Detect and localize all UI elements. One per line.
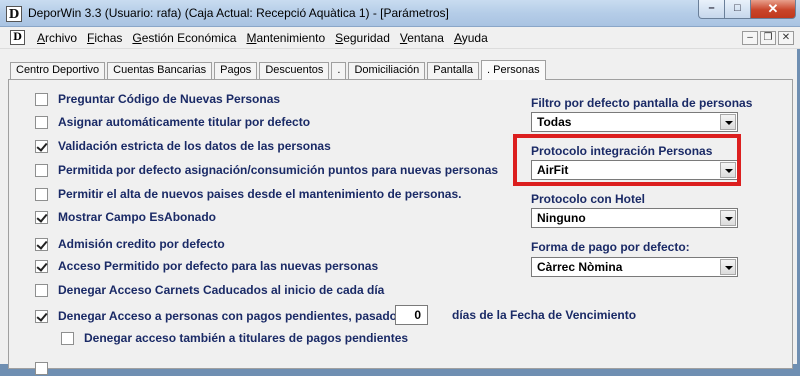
mdi-close-button[interactable]: ✕ bbox=[778, 31, 794, 45]
chevron-down-icon[interactable] bbox=[720, 162, 736, 178]
option-label: Admisión credito por defecto bbox=[58, 237, 225, 251]
forma-pago-combo[interactable]: Càrrec Nòmina bbox=[531, 257, 738, 277]
tab-domiciliacion[interactable]: Domiciliación bbox=[348, 62, 426, 79]
tab-strip: Centro Deportivo Cuentas Bancarias Pagos… bbox=[10, 59, 548, 80]
filtro-label: Filtro por defecto pantalla de personas bbox=[531, 96, 753, 110]
tab-pagos[interactable]: Pagos bbox=[214, 62, 258, 79]
close-button[interactable]: ✕ bbox=[751, 0, 796, 19]
menu-ayuda[interactable]: Ayuda bbox=[449, 31, 493, 45]
option-label: Denegar Acceso Carnets Caducados al inic… bbox=[58, 283, 385, 297]
client-area: Centro Deportivo Cuentas Bancarias Pagos… bbox=[0, 49, 797, 375]
checkbox[interactable] bbox=[35, 361, 48, 375]
option-preguntar-codigo[interactable]: Preguntar Código de Nuevas Personas bbox=[35, 91, 280, 107]
checkbox[interactable] bbox=[35, 187, 48, 201]
option-denegar-carnets-caducados[interactable]: Denegar Acceso Carnets Caducados al inic… bbox=[35, 282, 384, 298]
option-asignar-titular[interactable]: Asignar automáticamente titular por defe… bbox=[35, 114, 310, 130]
checkbox-checked[interactable] bbox=[35, 139, 48, 153]
combo-value: AirFit bbox=[537, 163, 569, 177]
checkbox-checked[interactable] bbox=[35, 210, 48, 224]
protocolo-hotel-label: Protocolo con Hotel bbox=[531, 192, 645, 206]
option-acceso-permitido[interactable]: Acceso Permitido por defecto para las nu… bbox=[35, 258, 378, 274]
checkbox[interactable] bbox=[35, 92, 48, 106]
mdi-minimize-button[interactable]: – bbox=[742, 31, 758, 45]
app-icon: D bbox=[6, 6, 22, 22]
menu-bar: D Archivo Fichas Gestión Económica Mante… bbox=[0, 27, 800, 49]
window-controls: – □ ✕ bbox=[698, 0, 796, 20]
mdi-controls: – ❐ ✕ bbox=[742, 31, 794, 45]
tab-descuentos[interactable]: Descuentos bbox=[259, 62, 330, 79]
combo-value: Càrrec Nòmina bbox=[537, 260, 623, 274]
option-label: Denegar acceso también a titulares de pa… bbox=[84, 331, 409, 345]
pending-days-suffix: días de la Fecha de Vencimiento bbox=[452, 308, 637, 322]
checkbox[interactable] bbox=[61, 331, 74, 345]
menu-archivo[interactable]: Archivo bbox=[32, 31, 82, 45]
tab-centro-deportivo[interactable]: Centro Deportivo bbox=[10, 62, 106, 79]
mdi-restore-button[interactable]: ❐ bbox=[760, 31, 776, 45]
pending-days-input[interactable]: 0 bbox=[395, 305, 428, 325]
chevron-down-icon[interactable] bbox=[720, 259, 736, 275]
checkbox[interactable] bbox=[35, 115, 48, 129]
option-denegar-titulares[interactable]: Denegar acceso también a titulares de pa… bbox=[61, 330, 408, 346]
menu-seguridad[interactable]: Seguridad bbox=[330, 31, 395, 45]
checkbox-checked[interactable] bbox=[35, 259, 48, 273]
protocolo-personas-label: Protocolo integración Personas bbox=[531, 144, 713, 158]
maximize-button[interactable]: □ bbox=[725, 0, 751, 19]
option-label: Preguntar Código de Nuevas Personas bbox=[58, 92, 281, 106]
checkbox-checked[interactable] bbox=[35, 309, 48, 323]
tab-pantalla[interactable]: Pantalla bbox=[427, 62, 480, 79]
option-label: Validación estricta de los datos de las … bbox=[58, 139, 331, 153]
option-alta-paises[interactable]: Permitir el alta de nuevos paises desde … bbox=[35, 186, 461, 202]
option-label: Denegar Acceso a personas con pagos pend… bbox=[58, 309, 404, 323]
menu-items: Archivo Fichas Gestión Económica Manteni… bbox=[32, 31, 493, 45]
tab-cuentas-bancarias[interactable]: Cuentas Bancarias bbox=[107, 62, 213, 79]
protocolo-personas-combo[interactable]: AirFit bbox=[531, 160, 738, 180]
combo-value: Todas bbox=[537, 115, 572, 129]
option-mostrar-esabonado[interactable]: Mostrar Campo EsAbonado bbox=[35, 209, 216, 225]
option-admision-credito[interactable]: Admisión credito por defecto bbox=[35, 236, 225, 252]
window-title: DeporWin 3.3 (Usuario: rafa) (Caja Actua… bbox=[28, 6, 449, 20]
chevron-down-icon[interactable] bbox=[720, 210, 736, 226]
option-label: Permitida por defecto asignación/consumi… bbox=[58, 163, 499, 177]
option-denegar-pagos-pendientes[interactable]: Denegar Acceso a personas con pagos pend… bbox=[35, 308, 404, 324]
checkbox[interactable] bbox=[35, 283, 48, 297]
chevron-down-icon[interactable] bbox=[720, 114, 736, 130]
menu-fichas[interactable]: Fichas bbox=[82, 31, 127, 45]
title-bar: D DeporWin 3.3 (Usuario: rafa) (Caja Act… bbox=[0, 0, 800, 27]
forma-pago-label: Forma de pago por defecto: bbox=[531, 240, 690, 254]
protocolo-hotel-combo[interactable]: Ninguno bbox=[531, 208, 738, 228]
option-puntos-nuevas-personas[interactable]: Permitida por defecto asignación/consumi… bbox=[35, 162, 498, 178]
tab-dot[interactable]: . bbox=[331, 62, 347, 79]
menu-mantenimiento[interactable]: Mantenimiento bbox=[241, 31, 330, 45]
personas-panel: Preguntar Código de Nuevas Personas Asig… bbox=[8, 79, 793, 375]
tab-personas[interactable]: . Personas bbox=[481, 60, 546, 80]
checkbox[interactable] bbox=[35, 163, 48, 177]
menu-gestion-economica[interactable]: Gestión Económica bbox=[127, 31, 241, 45]
document-icon[interactable]: D bbox=[10, 30, 25, 45]
option-label: Acceso Permitido por defecto para las nu… bbox=[58, 259, 379, 273]
option-partial[interactable] bbox=[35, 360, 58, 376]
checkbox-checked[interactable] bbox=[35, 237, 48, 251]
combo-value: Ninguno bbox=[537, 211, 586, 225]
minimize-button[interactable]: – bbox=[698, 0, 725, 19]
option-validacion-estricta[interactable]: Validación estricta de los datos de las … bbox=[35, 138, 331, 154]
filtro-combo[interactable]: Todas bbox=[531, 112, 738, 132]
option-label: Asignar automáticamente titular por defe… bbox=[58, 115, 311, 129]
option-label: Mostrar Campo EsAbonado bbox=[58, 210, 217, 224]
option-label: Permitir el alta de nuevos paises desde … bbox=[58, 187, 462, 201]
menu-ventana[interactable]: Ventana bbox=[395, 31, 449, 45]
